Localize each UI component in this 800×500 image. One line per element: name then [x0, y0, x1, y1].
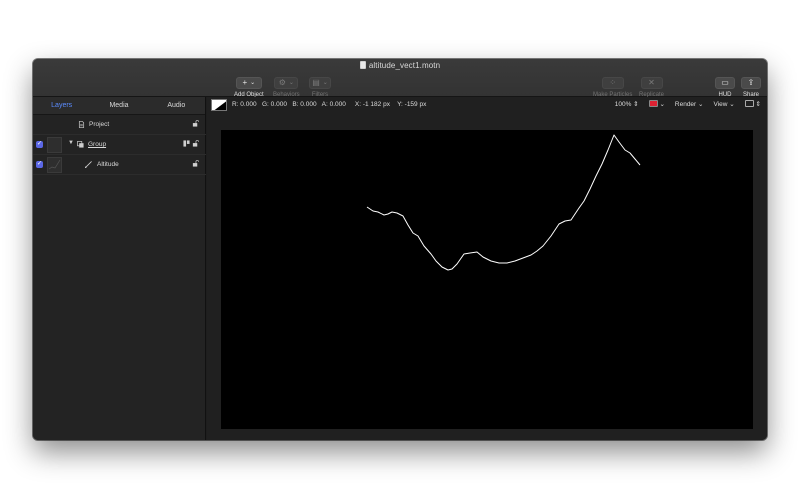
- layout-icon: [744, 100, 754, 107]
- replicate-tool[interactable]: ✕ Replicate: [639, 72, 664, 98]
- window-title-text: altitude_vect1.motn: [368, 61, 441, 70]
- view-label: View: [713, 101, 728, 108]
- canvas[interactable]: [221, 130, 753, 429]
- layer-row-altitude[interactable]: ✓ Altitude: [33, 155, 206, 175]
- replicate-icon: ✕: [648, 78, 655, 87]
- make-particles-tool[interactable]: ⁘ Make Particles: [593, 72, 632, 98]
- lock-icon[interactable]: [192, 160, 199, 167]
- lock-icon[interactable]: [192, 120, 199, 127]
- layout-popup[interactable]: ⇕: [744, 100, 761, 108]
- chevron-down-icon: ⌄: [729, 101, 735, 108]
- altitude-thumbnail-path: [48, 159, 61, 170]
- chevron-down-icon: ⌄: [250, 80, 256, 86]
- window-title: altitude_vect1.motn: [33, 61, 767, 70]
- render-menu[interactable]: Render ⌄: [675, 100, 704, 108]
- zoom-value: 100%: [614, 101, 632, 108]
- share-button[interactable]: ⇪: [741, 76, 761, 89]
- stepper-icon: ⇕: [633, 101, 639, 108]
- lock-icon[interactable]: [192, 140, 199, 147]
- group-type-icon[interactable]: [183, 140, 190, 147]
- disclosure-triangle-icon[interactable]: ▼: [68, 140, 74, 146]
- particles-icon: ⁘: [609, 78, 617, 87]
- red-value: R: 0.000: [232, 101, 257, 108]
- stepper-icon: ⇕: [755, 101, 761, 108]
- green-value: G: 0.000: [262, 101, 287, 108]
- chevron-down-icon: ⌄: [288, 80, 294, 86]
- layer-row-project[interactable]: Project: [33, 115, 206, 135]
- project-icon: [78, 121, 85, 128]
- view-menu[interactable]: View ⌄: [713, 100, 734, 108]
- render-label: Render: [674, 101, 697, 108]
- hud-tool[interactable]: ▭ HUD: [715, 72, 735, 98]
- layer-name-group: Group: [88, 141, 107, 148]
- channels-icon: [648, 100, 658, 107]
- zoom-popup[interactable]: 100% ⇕: [615, 100, 639, 108]
- canvas-controls: 100% ⇕ ⌄ Render ⌄ View ⌄ ⇕: [615, 100, 761, 108]
- make-particles-button[interactable]: ⁘: [601, 76, 624, 89]
- channels-popup[interactable]: ⌄: [648, 100, 665, 108]
- color-swatch: [211, 99, 227, 111]
- group-visibility-checkbox[interactable]: ✓: [36, 141, 43, 148]
- x-coordinate: X: -1 182 px: [354, 101, 390, 108]
- layer-row-group[interactable]: ✓ ▼ Group: [33, 135, 206, 155]
- color-swatch-graphic: [212, 100, 226, 110]
- panel-tabs: Layers Media Audio: [33, 97, 205, 115]
- add-object-tool[interactable]: + ⌄ Add Object: [234, 72, 264, 98]
- alpha-value: A: 0.000: [321, 101, 346, 108]
- replicate-button[interactable]: ✕: [640, 76, 663, 89]
- chevron-down-icon: ⌄: [698, 101, 704, 108]
- hud-icon: ▭: [721, 78, 729, 87]
- tab-layers[interactable]: Layers: [33, 97, 90, 114]
- info-bar: R: 0.000 G: 0.000 B: 0.000 A: 0.000 X: -…: [207, 97, 767, 113]
- group-icon: [77, 141, 84, 148]
- layer-name-altitude: Altitude: [97, 161, 119, 168]
- behaviors-tool[interactable]: ⚙ ⌄ Behaviors: [273, 72, 300, 98]
- altitude-visibility-checkbox[interactable]: ✓: [36, 161, 43, 168]
- add-object-button[interactable]: + ⌄: [235, 76, 262, 89]
- blue-value: B: 0.000: [292, 101, 317, 108]
- app-window: altitude_vect1.motn + ⌄ Add Object ⚙ ⌄ Beh…: [33, 59, 767, 440]
- pixel-readout: R: 0.000 G: 0.000 B: 0.000 A: 0.000 X: -…: [232, 101, 426, 108]
- shape-path-icon: [85, 161, 92, 168]
- filters-icon: ▤: [312, 78, 320, 87]
- altitude-thumbnail: [47, 157, 62, 173]
- tab-media[interactable]: Media: [90, 97, 147, 114]
- behaviors-button[interactable]: ⚙ ⌄: [274, 76, 299, 89]
- canvas-area: R: 0.000 G: 0.000 B: 0.000 A: 0.000 X: -…: [207, 97, 767, 440]
- layers-panel: Layers Media Audio Project ✓ ▼ Group ✓ A…: [33, 97, 206, 440]
- filters-tool[interactable]: ▤ ⌄ Filters: [309, 72, 331, 98]
- chevron-down-icon: ⌄: [322, 80, 328, 86]
- chevron-down-icon: ⌄: [659, 101, 665, 108]
- share-tool[interactable]: ⇪ Share: [741, 72, 761, 98]
- canvas-drawing: [366, 134, 641, 271]
- share-icon: ⇪: [747, 78, 755, 87]
- plus-icon: +: [242, 78, 248, 87]
- hud-button[interactable]: ▭: [715, 76, 735, 89]
- altitude-path[interactable]: [366, 134, 641, 271]
- gear-icon: ⚙: [278, 78, 286, 87]
- filters-button[interactable]: ▤ ⌄: [309, 76, 331, 89]
- toolbar: altitude_vect1.motn + ⌄ Add Object ⚙ ⌄ Beh…: [33, 59, 767, 98]
- group-thumbnail: [47, 137, 62, 153]
- layer-name-project: Project: [89, 121, 110, 128]
- tab-audio[interactable]: Audio: [148, 97, 205, 114]
- document-icon: [359, 61, 366, 69]
- y-coordinate: Y: -159 px: [397, 101, 427, 108]
